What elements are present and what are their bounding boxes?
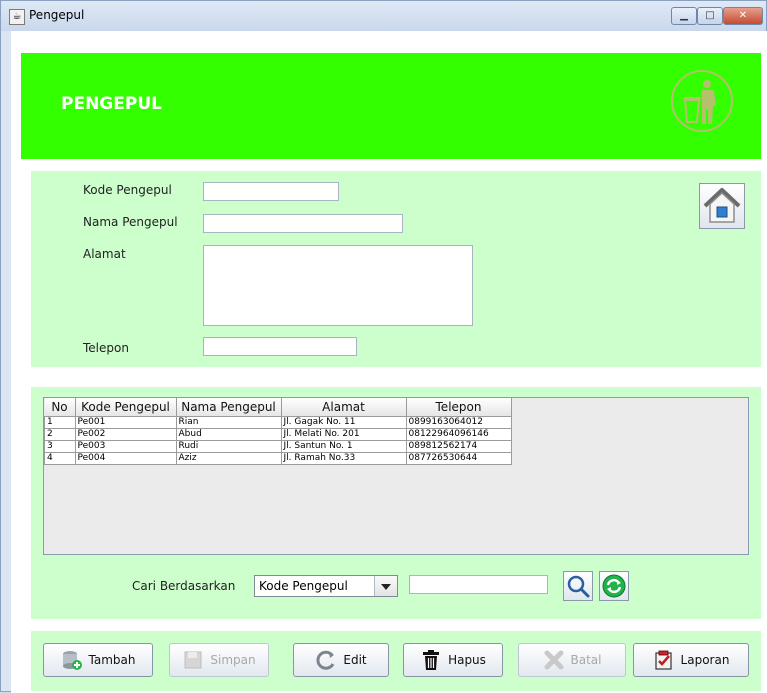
pengepul-table[interactable]: No Kode Pengepul Nama Pengepul Alamat Te… <box>43 397 749 555</box>
hapus-button[interactable]: Hapus <box>403 643 503 677</box>
cell-no: 1 <box>44 416 76 429</box>
action-panel: Tambah Simpan Edit Hapus Batal Laporan <box>31 631 761 691</box>
chevron-down-icon <box>381 584 391 590</box>
refresh-icon <box>602 574 626 598</box>
simpan-label: Simpan <box>210 653 256 667</box>
refresh-button[interactable] <box>599 571 629 601</box>
alamat-label: Alamat <box>83 247 126 261</box>
close-button[interactable]: ✕ <box>723 7 763 25</box>
cell-alamat: Jl. Santun No. 1 <box>280 440 407 453</box>
telepon-label: Telepon <box>83 341 129 355</box>
form-panel: Kode Pengepul Nama Pengepul Alamat Telep… <box>31 171 761 367</box>
tambah-label: Tambah <box>88 653 136 667</box>
search-input[interactable] <box>409 575 548 594</box>
batal-label: Batal <box>570 653 602 667</box>
edit-label: Edit <box>343 653 367 667</box>
simpan-button[interactable]: Simpan <box>169 643 269 677</box>
batal-button[interactable]: Batal <box>518 643 626 677</box>
dropdown-arrow-button[interactable] <box>374 576 397 596</box>
save-icon <box>184 651 202 669</box>
recycle-bin-logo-icon <box>671 70 733 132</box>
database-add-icon <box>62 651 82 670</box>
cell-alamat: Jl. Melati No. 201 <box>280 428 407 441</box>
home-icon <box>703 188 741 223</box>
nama-pengepul-input[interactable] <box>203 214 403 233</box>
cell-kode: Pe003 <box>74 440 177 453</box>
cell-telepon: 0899163064012 <box>405 416 512 429</box>
search-field-selected: Kode Pengepul <box>259 579 348 593</box>
maximize-button[interactable]: □ <box>697 7 723 25</box>
cell-nama: Aziz <box>175 452 282 465</box>
cell-telepon: 087726530644 <box>405 452 512 465</box>
cell-alamat: Jl. Gagak No. 11 <box>280 416 407 429</box>
telepon-input[interactable] <box>203 337 357 356</box>
data-panel: No Kode Pengepul Nama Pengepul Alamat Te… <box>31 387 761 619</box>
column-header-alamat[interactable]: Alamat <box>281 398 407 417</box>
laporan-label: Laporan <box>680 653 730 667</box>
table-row[interactable]: 2 Pe002 Abud Jl. Melati No. 201 08122964… <box>44 428 512 441</box>
home-button[interactable] <box>699 183 745 229</box>
magnifier-icon <box>567 575 590 598</box>
cari-berdasarkan-label: Cari Berdasarkan <box>132 579 236 593</box>
column-header-no[interactable]: No <box>44 398 76 417</box>
cancel-x-icon <box>544 650 563 670</box>
cell-no: 3 <box>44 440 76 453</box>
cell-kode: Pe004 <box>74 452 177 465</box>
java-app-icon: ☕ <box>9 9 25 25</box>
laporan-button[interactable]: Laporan <box>633 643 749 677</box>
edit-refresh-icon <box>316 650 335 670</box>
minimize-button[interactable]: ▁ <box>671 7 697 25</box>
search-button[interactable] <box>563 571 593 601</box>
data-table: No Kode Pengepul Nama Pengepul Alamat Te… <box>44 398 512 465</box>
edit-button[interactable]: Edit <box>293 643 389 677</box>
table-row[interactable]: 4 Pe004 Aziz Jl. Ramah No.33 08772653064… <box>44 452 512 465</box>
application-window: ☕ Pengepul ▁ □ ✕ PENGEPUL Kode Pengepul … <box>0 0 767 693</box>
table-row[interactable]: 1 Pe001 Rian Jl. Gagak No. 11 0899163064… <box>44 416 512 429</box>
tambah-button[interactable]: Tambah <box>43 643 153 677</box>
cell-nama: Abud <box>175 428 282 441</box>
column-header-nama[interactable]: Nama Pengepul <box>176 398 282 417</box>
trash-icon <box>423 650 440 670</box>
column-header-kode[interactable]: Kode Pengepul <box>75 398 177 417</box>
cell-alamat: Jl. Ramah No.33 <box>280 452 407 465</box>
cell-kode: Pe001 <box>74 416 177 429</box>
kode-pengepul-input[interactable] <box>203 182 339 201</box>
cell-telepon: 08122964096146 <box>405 428 512 441</box>
report-checklist-icon <box>654 650 672 670</box>
cell-no: 2 <box>44 428 76 441</box>
column-header-telepon[interactable]: Telepon <box>406 398 512 417</box>
cell-kode: Pe002 <box>74 428 177 441</box>
search-field-select[interactable]: Kode Pengepul <box>254 575 398 597</box>
kode-pengepul-label: Kode Pengepul <box>83 183 172 197</box>
header-banner: PENGEPUL <box>21 53 761 159</box>
page-title: PENGEPUL <box>61 94 162 114</box>
cell-nama: Rian <box>175 416 282 429</box>
cell-no: 4 <box>44 452 76 465</box>
cell-telepon: 089812562174 <box>405 440 512 453</box>
table-header-row: No Kode Pengepul Nama Pengepul Alamat Te… <box>44 398 512 417</box>
cell-nama: Rudi <box>175 440 282 453</box>
hapus-label: Hapus <box>448 653 486 667</box>
table-row[interactable]: 3 Pe003 Rudi Jl. Santun No. 1 0898125621… <box>44 440 512 453</box>
alamat-textarea[interactable] <box>203 245 473 326</box>
window-title: Pengepul <box>29 8 85 22</box>
title-bar[interactable]: ☕ Pengepul ▁ □ ✕ <box>1 1 766 31</box>
nama-pengepul-label: Nama Pengepul <box>83 215 178 229</box>
